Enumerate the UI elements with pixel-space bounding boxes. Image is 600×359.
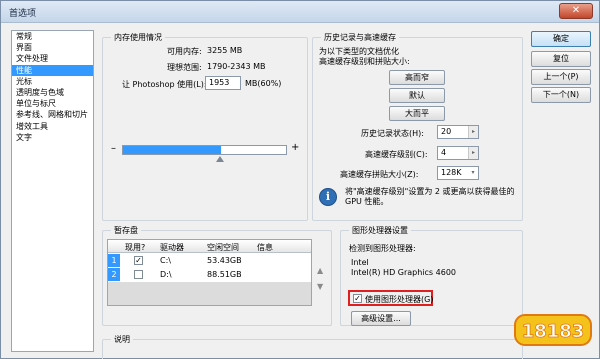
advanced-settings-button[interactable]: 高级设置...	[351, 311, 411, 326]
sidebar-item-plugins[interactable]: 增效工具	[12, 121, 93, 132]
big-flat-button[interactable]: 大而平	[389, 106, 445, 121]
sidebar-item-file-handling[interactable]: 文件处理	[12, 53, 93, 64]
memory-slider-track[interactable]	[122, 145, 287, 155]
category-list: 常规 界面 文件处理 性能 光标 透明度与色域 单位与标尺 参考线、网格和切片 …	[11, 30, 94, 352]
row-number: 1	[108, 254, 120, 267]
table-empty-area	[108, 282, 311, 305]
cache-levels-value: 4	[441, 148, 447, 157]
memory-slider-thumb[interactable]	[215, 156, 224, 162]
sidebar-item-interface[interactable]: 界面	[12, 42, 93, 53]
slider-minus: –	[111, 143, 116, 154]
available-memory-value: 3255 MB	[207, 46, 243, 55]
ideal-range-value: 1790-2343 MB	[207, 62, 266, 71]
sidebar-item-general[interactable]: 常规	[12, 31, 93, 42]
gpu-settings-title: 图形处理器设置	[349, 225, 411, 236]
sidebar-item-units[interactable]: 单位与标尺	[12, 98, 93, 109]
cache-tile-size-label: 高速缓存拼贴大小(Z):	[340, 170, 419, 179]
chevron-down-icon[interactable]: ▾	[468, 167, 478, 179]
move-down-arrow-icon[interactable]: ▼	[317, 282, 323, 291]
info-icon: i	[319, 188, 337, 206]
row-number: 2	[108, 268, 120, 281]
sidebar-item-cursors[interactable]: 光标	[12, 76, 93, 87]
scratch-disk-table: 现用? 驱动器 空闲空间 信息 1 ✓ C:\ 53.43GB 2 D:\ 88…	[107, 239, 312, 306]
free-space-cell: 53.43GB	[207, 256, 242, 265]
history-states-label: 历史记录状态(H):	[361, 129, 424, 138]
title-bar: 首选项 ✕	[1, 1, 599, 23]
table-header: 现用? 驱动器 空闲空间 信息	[108, 240, 311, 253]
drive-cell: D:\	[160, 270, 172, 279]
sidebar-item-guides[interactable]: 参考线、网格和切片	[12, 109, 93, 120]
table-row[interactable]: 1 ✓ C:\ 53.43GB	[108, 254, 311, 267]
description-group: 说明	[102, 334, 523, 359]
close-button[interactable]: ✕	[559, 3, 593, 19]
ok-button[interactable]: 确定	[531, 31, 591, 47]
gpu-detected-label: 检测到图形处理器:	[349, 244, 416, 253]
reset-button[interactable]: 复位	[531, 51, 591, 67]
scratch-disks-title: 暂存盘	[111, 225, 141, 236]
table-row[interactable]: 2 D:\ 88.51GB	[108, 268, 311, 281]
active-checkbox[interactable]	[134, 270, 143, 279]
column-header-active[interactable]: 现用?	[125, 242, 145, 253]
slider-plus: +	[291, 142, 300, 153]
use-gpu-label[interactable]: 使用图形处理器(G)	[365, 294, 433, 305]
history-states-value: 20	[441, 127, 452, 136]
history-cache-title: 历史记录与高速缓存	[321, 32, 399, 43]
move-up-arrow-icon[interactable]: ▲	[317, 266, 323, 275]
memory-usage-title: 内存使用情况	[111, 32, 165, 43]
sidebar-item-type[interactable]: 文字	[12, 132, 93, 143]
optimize-desc-line2: 高速缓存级别和拼贴大小:	[319, 57, 410, 66]
previous-button[interactable]: 上一个(P)	[531, 69, 591, 85]
use-gpu-checkbox[interactable]: ✓	[353, 294, 362, 303]
photoshop-memory-input[interactable]: 1953	[205, 76, 241, 90]
column-header-drive[interactable]: 驱动器	[160, 242, 184, 253]
free-space-cell: 88.51GB	[207, 270, 242, 279]
gpu-hint-line2: GPU 性能。	[345, 197, 389, 206]
ideal-range-label: 理想范围:	[167, 63, 202, 72]
next-button[interactable]: 下一个(N)	[531, 87, 591, 103]
sidebar-item-performance[interactable]: 性能	[12, 64, 93, 76]
memory-slider-fill	[123, 146, 221, 154]
default-button[interactable]: 默认	[389, 88, 445, 103]
preferences-window: 首选项 ✕ 常规 界面 文件处理 性能 光标 透明度与色域 单位与标尺 参考线、…	[0, 0, 600, 359]
gpu-vendor: Intel	[351, 258, 369, 267]
drive-cell: C:\	[160, 256, 171, 265]
column-header-info[interactable]: 信息	[257, 242, 273, 253]
info-icon-glyph: i	[325, 190, 331, 203]
watermark-logo: 18183	[514, 314, 592, 346]
photoshop-memory-label: 让 Photoshop 使用(L):	[122, 80, 207, 89]
sidebar-item-transparency[interactable]: 透明度与色域	[12, 87, 93, 98]
memory-usage-group: 内存使用情况	[102, 32, 308, 221]
memory-percent-suffix: MB(60%)	[245, 79, 282, 88]
window-title: 首选项	[9, 9, 37, 19]
available-memory-label: 可用内存:	[167, 47, 202, 56]
cache-levels-stepper[interactable]: ▸	[468, 147, 478, 159]
column-header-free-space[interactable]: 空闲空间	[207, 242, 239, 253]
description-title: 说明	[111, 334, 133, 345]
cache-levels-label: 高速缓存级别(C):	[365, 150, 428, 159]
cache-tile-size-select[interactable]: 128K ▾	[437, 166, 479, 180]
history-states-stepper[interactable]: ▸	[468, 126, 478, 138]
svg-text:18183: 18183	[522, 321, 585, 342]
active-checkbox[interactable]: ✓	[134, 256, 143, 265]
tall-thin-button[interactable]: 高而窄	[389, 70, 445, 85]
cache-levels-input[interactable]: 4 ▸	[437, 146, 479, 160]
history-states-input[interactable]: 20 ▸	[437, 125, 479, 139]
cache-tile-size-value: 128K	[441, 168, 462, 177]
gpu-model: Intel(R) HD Graphics 4600	[351, 268, 457, 277]
